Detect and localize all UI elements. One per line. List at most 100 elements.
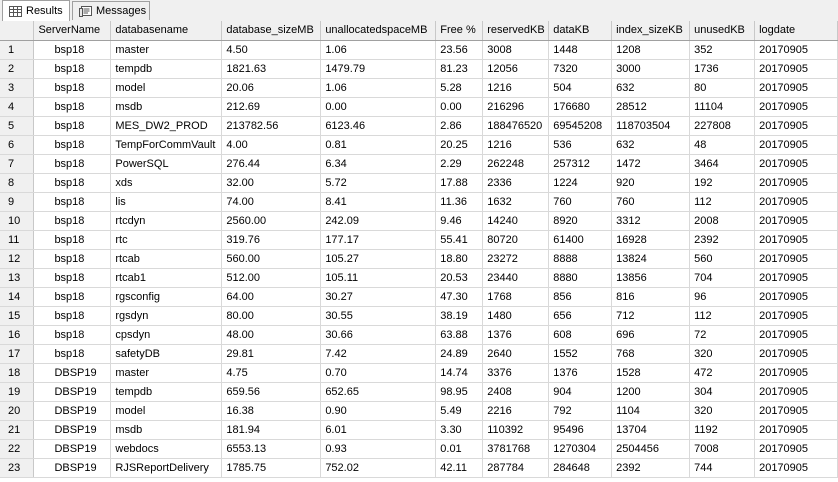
table-row[interactable]: 11 bsp18 rtc 319.76 177.17 55.41 80720 61400 169… xyxy=(0,230,838,250)
table-cell[interactable]: 472 xyxy=(689,363,756,383)
row-number[interactable]: 17 xyxy=(0,344,35,364)
table-cell[interactable]: 14.74 xyxy=(435,363,484,383)
table-row[interactable]: 21 DBSP19 msdb 181.94 6.01 3.30 110392 95496 137… xyxy=(0,420,838,440)
table-cell[interactable]: bsp18 xyxy=(33,78,112,98)
row-number-header[interactable] xyxy=(0,21,35,41)
table-cell[interactable]: 177.17 xyxy=(320,230,437,250)
table-cell[interactable]: 652.65 xyxy=(320,382,437,402)
row-number[interactable]: 16 xyxy=(0,325,35,345)
table-cell[interactable]: 1200 xyxy=(611,382,691,402)
table-cell[interactable]: 17.88 xyxy=(435,173,484,193)
table-cell[interactable]: 48 xyxy=(689,135,756,155)
table-cell[interactable]: 4.50 xyxy=(221,40,322,60)
table-cell[interactable]: 0.81 xyxy=(320,135,437,155)
table-cell[interactable]: rtcab xyxy=(110,249,223,269)
row-number[interactable]: 20 xyxy=(0,401,35,421)
table-cell[interactable]: 856 xyxy=(548,287,613,307)
table-cell[interactable]: bsp18 xyxy=(33,230,112,250)
table-cell[interactable]: 2336 xyxy=(482,173,550,193)
table-cell[interactable]: 80.00 xyxy=(221,306,322,326)
table-cell[interactable]: 8.41 xyxy=(320,192,437,212)
table-cell[interactable]: 262248 xyxy=(482,154,550,174)
table-cell[interactable]: 2392 xyxy=(689,230,756,250)
row-number[interactable]: 23 xyxy=(0,458,35,478)
table-cell[interactable]: 632 xyxy=(611,78,691,98)
table-cell[interactable]: bsp18 xyxy=(33,268,112,288)
table-cell[interactable]: bsp18 xyxy=(33,211,112,231)
table-row[interactable]: 14 bsp18 rgsconfig 64.00 30.27 47.30 1768 856 81… xyxy=(0,287,838,307)
table-cell[interactable]: 20170905 xyxy=(754,287,838,307)
table-cell[interactable]: 752.02 xyxy=(320,458,437,478)
table-cell[interactable]: 768 xyxy=(611,344,691,364)
table-cell[interactable]: 6553.13 xyxy=(221,439,322,459)
table-cell[interactable]: 20170905 xyxy=(754,230,838,250)
table-cell[interactable]: 11.36 xyxy=(435,192,484,212)
table-cell[interactable]: 20170905 xyxy=(754,268,838,288)
table-cell[interactable]: 1768 xyxy=(482,287,550,307)
table-cell[interactable]: 80720 xyxy=(482,230,550,250)
table-cell[interactable]: 5.72 xyxy=(320,173,437,193)
table-cell[interactable]: bsp18 xyxy=(33,344,112,364)
table-cell[interactable]: 319.76 xyxy=(221,230,322,250)
row-number[interactable]: 19 xyxy=(0,382,35,402)
table-cell[interactable]: 16928 xyxy=(611,230,691,250)
column-header[interactable]: database_sizeMB xyxy=(221,21,322,41)
table-cell[interactable]: 696 xyxy=(611,325,691,345)
table-cell[interactable]: 13704 xyxy=(611,420,691,440)
table-cell[interactable]: bsp18 xyxy=(33,154,112,174)
table-cell[interactable]: 816 xyxy=(611,287,691,307)
table-cell[interactable]: 608 xyxy=(548,325,613,345)
table-cell[interactable]: 257312 xyxy=(548,154,613,174)
table-cell[interactable]: 2008 xyxy=(689,211,756,231)
table-cell[interactable]: 81.23 xyxy=(435,59,484,79)
column-header[interactable]: logdate xyxy=(754,21,838,41)
table-cell[interactable]: xds xyxy=(110,173,223,193)
table-cell[interactable]: 536 xyxy=(548,135,613,155)
table-cell[interactable]: 12056 xyxy=(482,59,550,79)
table-cell[interactable]: 284648 xyxy=(548,458,613,478)
table-cell[interactable]: 1104 xyxy=(611,401,691,421)
row-number[interactable]: 3 xyxy=(0,78,35,98)
table-cell[interactable]: 20170905 xyxy=(754,363,838,383)
row-number[interactable]: 12 xyxy=(0,249,35,269)
table-cell[interactable]: rgsconfig xyxy=(110,287,223,307)
table-cell[interactable]: master xyxy=(110,363,223,383)
table-row[interactable]: 17 bsp18 safetyDB 29.81 7.42 24.89 2640 1552 768… xyxy=(0,344,838,364)
table-cell[interactable]: 188476520 xyxy=(482,116,550,136)
table-cell[interactable]: 105.11 xyxy=(320,268,437,288)
table-cell[interactable]: 14240 xyxy=(482,211,550,231)
table-cell[interactable]: 3781768 xyxy=(482,439,550,459)
table-cell[interactable]: bsp18 xyxy=(33,173,112,193)
table-cell[interactable]: 24.89 xyxy=(435,344,484,364)
table-cell[interactable]: 7.42 xyxy=(320,344,437,364)
table-cell[interactable]: 760 xyxy=(611,192,691,212)
table-cell[interactable]: 760 xyxy=(548,192,613,212)
table-cell[interactable]: 63.88 xyxy=(435,325,484,345)
table-cell[interactable]: DBSP19 xyxy=(33,420,112,440)
table-cell[interactable]: DBSP19 xyxy=(33,363,112,383)
table-cell[interactable]: 61400 xyxy=(548,230,613,250)
row-number[interactable]: 6 xyxy=(0,135,35,155)
table-cell[interactable]: 95496 xyxy=(548,420,613,440)
table-cell[interactable]: 1785.75 xyxy=(221,458,322,478)
table-cell[interactable]: 20170905 xyxy=(754,135,838,155)
table-cell[interactable]: 1192 xyxy=(689,420,756,440)
table-cell[interactable]: 20170905 xyxy=(754,97,838,117)
table-cell[interactable]: RJSReportDelivery xyxy=(110,458,223,478)
table-cell[interactable]: 1479.79 xyxy=(320,59,437,79)
row-number[interactable]: 15 xyxy=(0,306,35,326)
table-cell[interactable]: 1.06 xyxy=(320,40,437,60)
table-cell[interactable]: 20.25 xyxy=(435,135,484,155)
tab-messages[interactable]: Messages xyxy=(72,1,150,20)
table-cell[interactable]: 212.69 xyxy=(221,97,322,117)
table-cell[interactable]: 1528 xyxy=(611,363,691,383)
table-cell[interactable]: 1216 xyxy=(482,78,550,98)
table-cell[interactable]: 20170905 xyxy=(754,382,838,402)
table-cell[interactable]: 3312 xyxy=(611,211,691,231)
table-cell[interactable]: 9.46 xyxy=(435,211,484,231)
table-row[interactable]: 5 bsp18 MES_DW2_PROD 213782.56 6123.46 2.86 18… xyxy=(0,116,838,136)
table-cell[interactable]: cpsdyn xyxy=(110,325,223,345)
column-header[interactable]: databasename xyxy=(110,21,223,41)
table-cell[interactable]: 5.28 xyxy=(435,78,484,98)
table-row[interactable]: 9 bsp18 lis 74.00 8.41 11.36 1632 760 760 112 2017… xyxy=(0,192,838,212)
